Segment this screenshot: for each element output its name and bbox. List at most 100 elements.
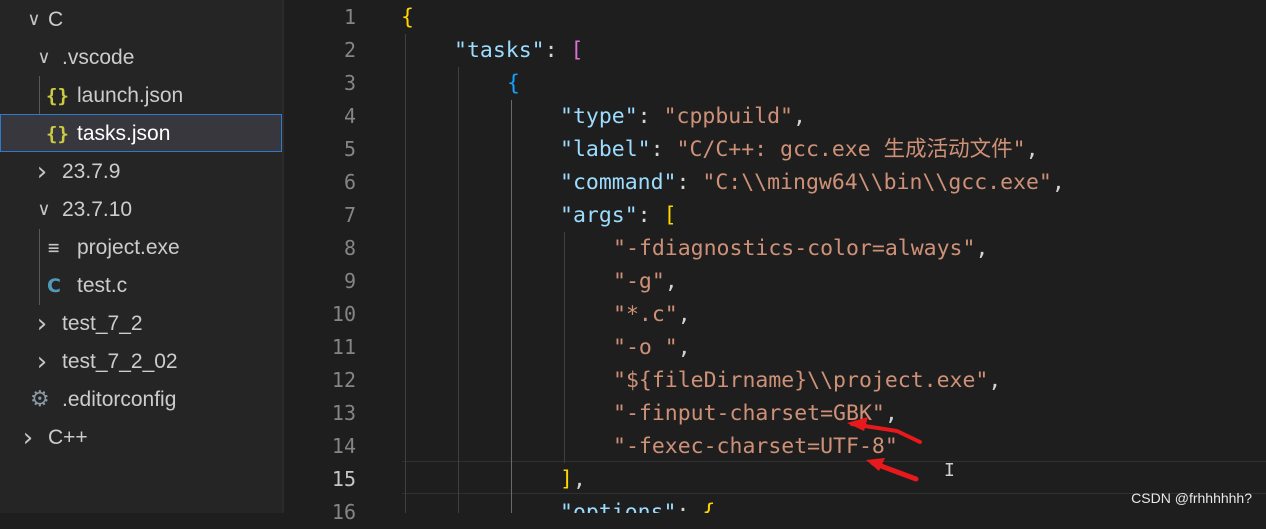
- string-token: "-fexec-charset=UTF-8": [613, 434, 898, 459]
- chevron-right-icon[interactable]: ›: [18, 419, 38, 457]
- tree-item-label: 23.7.9: [62, 160, 121, 183]
- punct-token: :: [650, 137, 677, 162]
- punct-token: :: [676, 170, 703, 195]
- string-token: "C:\\mingw64\\bin\\gcc.exe": [702, 170, 1052, 195]
- tree-folder-23-7-9[interactable]: › 23.7.9: [0, 153, 282, 191]
- line-number: 12: [331, 368, 356, 392]
- chevron-right-icon[interactable]: ›: [32, 343, 52, 381]
- code-editor[interactable]: { "tasks": [ { "type": "cppbuild", "labe…: [380, 0, 1266, 513]
- tree-file-launch-json[interactable]: {} launch.json: [0, 77, 282, 115]
- tree-item-label: test_7_2_02: [62, 350, 178, 373]
- text-cursor-icon: I: [944, 460, 955, 481]
- tree-item-label: project.exe: [77, 236, 180, 259]
- line-number: 10: [331, 302, 356, 326]
- line-number: 9: [343, 269, 356, 293]
- bracket-token: {: [401, 5, 414, 30]
- line-number: 3: [343, 71, 356, 95]
- code-line-14: "-fexec-charset=UTF-8": [613, 430, 898, 463]
- punct-token: ,: [1051, 170, 1065, 195]
- key-token: "label": [560, 137, 651, 162]
- code-line-4: "type": "cppbuild",: [560, 100, 806, 133]
- watermark: CSDN @frhhhhhh?: [1131, 490, 1252, 506]
- chevron-down-icon[interactable]: ∨: [34, 39, 54, 77]
- json-file-icon: {}: [46, 85, 69, 107]
- punct-token: ,: [793, 104, 806, 129]
- punct-token: ,: [677, 302, 691, 327]
- tree-item-label: tasks.json: [77, 122, 171, 145]
- tree-file-test-c[interactable]: C test.c: [0, 267, 282, 305]
- indent-guide: [405, 34, 406, 513]
- chevron-right-icon[interactable]: ›: [32, 305, 52, 343]
- string-token: "-finput-charset=GBK": [613, 401, 885, 426]
- tree-folder-cpp[interactable]: › C++: [0, 419, 282, 457]
- code-line-10: "*.c",: [613, 298, 691, 331]
- tree-item-label: .editorconfig: [62, 388, 177, 411]
- punct-token: ,: [664, 269, 678, 294]
- tree-item-label: 23.7.10: [62, 198, 133, 221]
- string-token: "*.c": [613, 302, 678, 327]
- code-line-12: "${fileDirname}\\project.exe",: [613, 364, 1001, 397]
- code-line-3: {: [507, 67, 520, 100]
- key-token: "args": [560, 203, 638, 228]
- chevron-right-icon[interactable]: ›: [32, 153, 52, 191]
- tree-folder-test-7-2[interactable]: › test_7_2: [0, 305, 282, 343]
- line-number: 8: [343, 236, 356, 260]
- code-line-8: "-fdiagnostics-color=always",: [613, 232, 988, 265]
- code-line-16: "options": {: [560, 496, 715, 513]
- indent-guide: [458, 67, 459, 513]
- line-number-active: 15: [331, 467, 356, 491]
- key-token: "type": [560, 104, 638, 129]
- key-token: "options": [560, 500, 677, 513]
- code-line-11: "-o ",: [613, 331, 691, 364]
- c-file-icon: C: [47, 275, 61, 297]
- code-line-9: "-g",: [613, 265, 678, 298]
- tree-item-label: .vscode: [62, 46, 135, 69]
- tree-item-label: C: [48, 8, 64, 31]
- punct-token: ,: [677, 335, 691, 360]
- gear-icon: ⚙: [30, 387, 50, 412]
- bracket-token: {: [702, 500, 716, 513]
- string-token: "-g": [613, 269, 665, 294]
- string-token: "-fdiagnostics-color=always": [613, 236, 976, 261]
- tree-folder-test-7-2-02[interactable]: › test_7_2_02: [0, 343, 282, 381]
- code-line-7: "args": [: [560, 199, 677, 232]
- tree-file-editorconfig[interactable]: ⚙ .editorconfig: [0, 381, 282, 419]
- punct-token: :: [676, 500, 703, 513]
- tree-item-label: test_7_2: [62, 312, 143, 335]
- line-number: 1: [343, 5, 356, 29]
- string-token: "C/C++: gcc.exe 生成活动文件": [676, 137, 1026, 162]
- punct-token: :: [637, 104, 664, 129]
- code-line-15: ],: [560, 463, 586, 496]
- punct-token: :: [637, 203, 664, 228]
- binary-file-icon: ≡: [48, 237, 60, 259]
- punct-token: :: [544, 38, 571, 63]
- tree-file-project-exe[interactable]: ≡ project.exe: [0, 229, 282, 267]
- string-token: "cppbuild": [663, 104, 794, 129]
- tree-item-label: test.c: [77, 274, 128, 297]
- chevron-down-icon[interactable]: ∨: [34, 191, 54, 229]
- indent-guide-active: [511, 100, 512, 513]
- tree-folder-c[interactable]: ∨ C: [0, 1, 282, 39]
- line-number: 13: [331, 401, 356, 425]
- string-token: "${fileDirname}\\project.exe": [613, 368, 989, 393]
- line-number: 5: [343, 137, 356, 161]
- explorer-sidebar: ∨ C ∨ .vscode {} launch.json {} tasks.js…: [0, 0, 282, 513]
- tree-file-tasks-json[interactable]: {} tasks.json: [0, 114, 282, 152]
- code-line-6: "command": "C:\\mingw64\\bin\\gcc.exe",: [560, 166, 1065, 199]
- tree-folder-vscode[interactable]: ∨ .vscode: [0, 39, 282, 77]
- key-token: "command": [560, 170, 677, 195]
- punct-token: ,: [1025, 137, 1039, 162]
- indent-guide: [564, 232, 565, 463]
- code-line-13: "-finput-charset=GBK",: [613, 397, 898, 430]
- tree-item-label: launch.json: [77, 84, 184, 107]
- string-token: "-o ": [613, 335, 678, 360]
- punct-token: ,: [975, 236, 989, 261]
- chevron-down-icon[interactable]: ∨: [24, 1, 44, 39]
- line-number: 14: [331, 434, 356, 458]
- code-line-1: {: [401, 1, 414, 34]
- tree-folder-23-7-10[interactable]: ∨ 23.7.10: [0, 191, 282, 229]
- line-number: 4: [343, 104, 356, 128]
- line-number: 7: [343, 203, 356, 227]
- bracket-token: {: [507, 71, 520, 96]
- line-number-gutter: 1 2 3 4 5 6 7 8 9 10 11 12 13 14 15 16: [284, 0, 380, 524]
